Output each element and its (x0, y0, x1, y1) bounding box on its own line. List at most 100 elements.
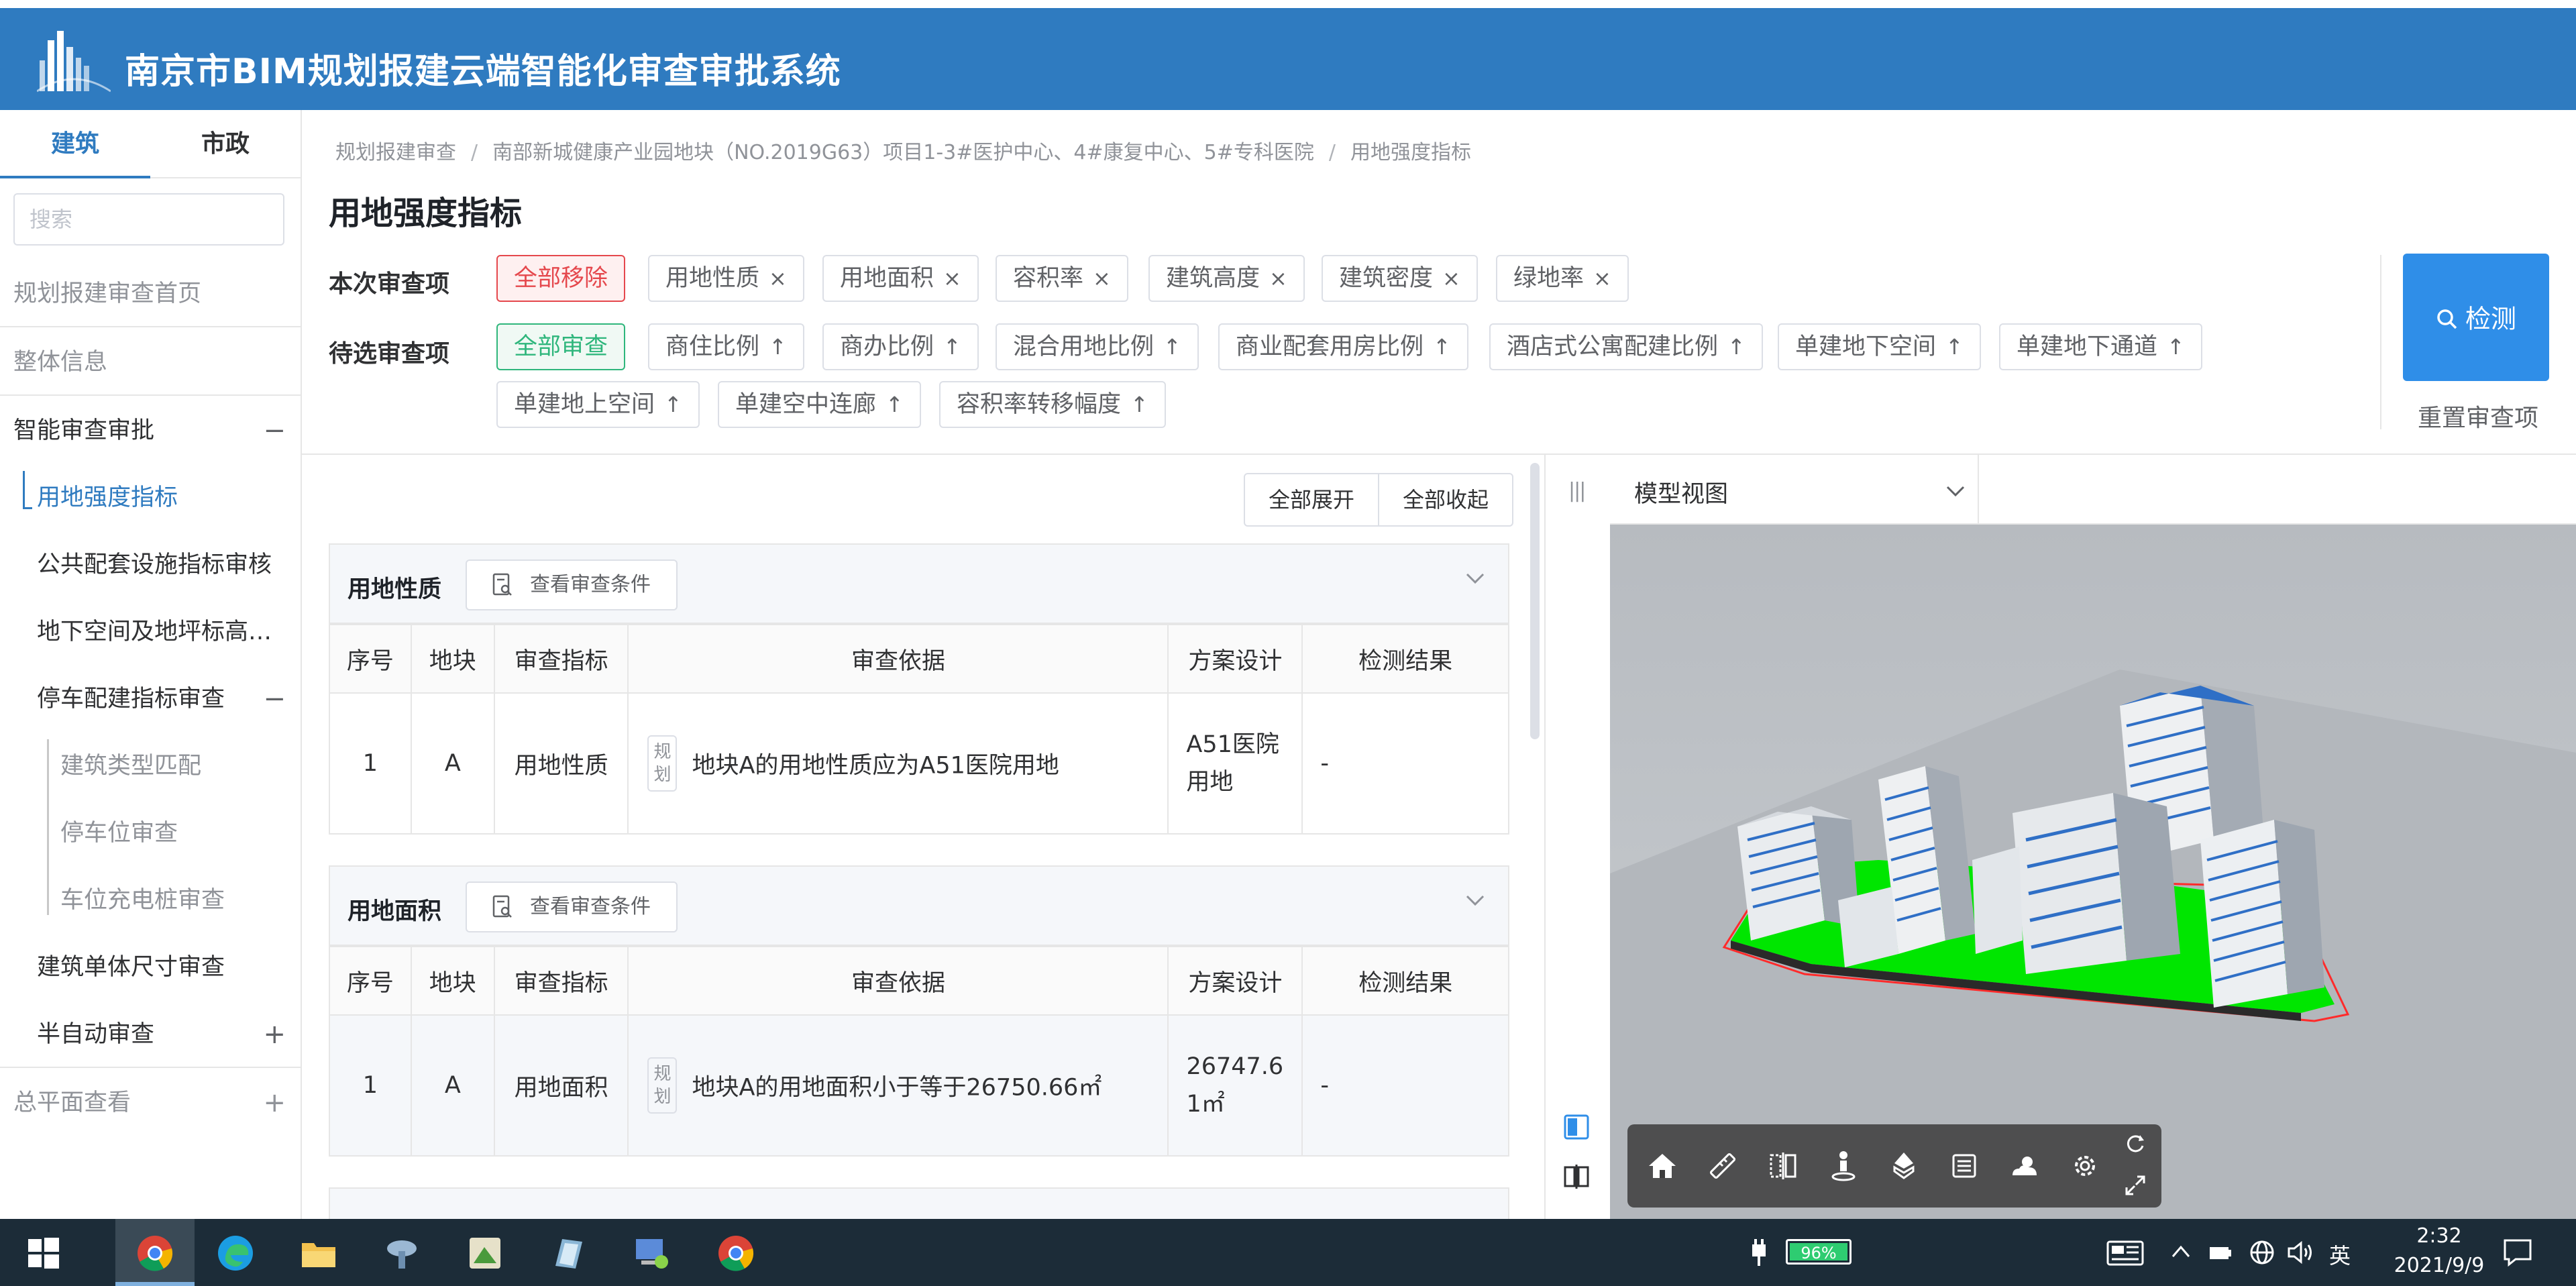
remove-all-button[interactable]: 全部移除 (496, 255, 626, 302)
edge-icon[interactable] (216, 1234, 255, 1273)
chip-mixed-use[interactable]: 混合用地比例 ↑ (996, 323, 1199, 370)
clock-time[interactable]: 2:32 (2399, 1224, 2479, 1248)
chip-above-ground-space[interactable]: 单建地上空间 ↑ (496, 381, 700, 428)
panel-toggle-icon[interactable] (1563, 1114, 1590, 1140)
weather-sun-icon[interactable] (2007, 1148, 2042, 1183)
arrow-up-icon[interactable]: ↑ (769, 334, 787, 360)
chip-land-area[interactable]: 用地面积 × (822, 255, 979, 302)
file-explorer-icon[interactable] (299, 1234, 338, 1273)
news-widget-icon[interactable] (2106, 1240, 2144, 1266)
review-all-button[interactable]: 全部审查 (496, 323, 626, 370)
app-icon[interactable] (382, 1234, 421, 1273)
sidebar-item-home[interactable]: 规划报建审查首页 (0, 260, 301, 327)
model-viewport[interactable] (1610, 525, 2576, 1219)
chevron-down-icon[interactable] (1465, 572, 1485, 585)
collapse-icon[interactable]: − (263, 665, 286, 733)
scrollbar[interactable] (1530, 463, 1540, 739)
chip-far-transfer[interactable]: 容积率转移幅度 ↑ (939, 381, 1166, 428)
sidebar-item-smart-review[interactable]: 智能审查审批 − (0, 397, 301, 464)
chip-underground-space[interactable]: 单建地下空间 ↑ (1778, 323, 1981, 370)
section-box-icon[interactable] (1766, 1148, 1801, 1183)
chevron-down-icon[interactable] (1465, 894, 1485, 907)
drag-handle-icon[interactable]: ||| (1568, 479, 1586, 502)
arrow-up-icon[interactable]: ↑ (1727, 334, 1746, 360)
sidebar-item-overall-info[interactable]: 整体信息 (0, 329, 301, 396)
chip-green-ratio[interactable]: 绿地率 × (1496, 255, 1629, 302)
chip-sky-bridge[interactable]: 单建空中连廊 ↑ (718, 381, 921, 428)
close-icon[interactable]: × (1093, 266, 1111, 291)
sidebar-item-parking-spaces[interactable]: 停车位审查 (0, 800, 301, 867)
walk-person-icon[interactable] (1826, 1148, 1861, 1183)
explode-icon[interactable] (1886, 1148, 1921, 1183)
chip-land-use[interactable]: 用地性质 × (648, 255, 804, 302)
reset-items-link[interactable]: 重置审查项 (2418, 398, 2538, 433)
section-header-land-area[interactable]: 用地面积 查看审查条件 (329, 865, 1509, 946)
detect-button[interactable]: 检测 (2403, 254, 2549, 381)
sidebar-item-underground[interactable]: 地下空间及地坪标高… (0, 598, 301, 665)
network-globe-icon[interactable] (2249, 1239, 2275, 1266)
home-icon[interactable] (1645, 1148, 1680, 1183)
split-view-icon[interactable] (1563, 1163, 1590, 1190)
chip-commercial-support[interactable]: 商业配套用房比例 ↑ (1218, 323, 1468, 370)
view-select[interactable]: 模型视图 (1634, 475, 1728, 509)
expand-all-button[interactable]: 全部展开 (1245, 474, 1378, 525)
search-input[interactable]: 搜索 (13, 193, 284, 246)
expand-icon[interactable]: + (263, 1001, 286, 1068)
sidebar-item-parking[interactable]: 停车配建指标审查 − (0, 665, 301, 733)
sidebar-item-site-plan[interactable]: 总平面查看 + (0, 1069, 301, 1136)
tab-municipal[interactable]: 市政 (150, 110, 301, 178)
close-icon[interactable]: × (943, 266, 961, 291)
chip-hotel-apartment[interactable]: 酒店式公寓配建比例 ↑ (1489, 323, 1763, 370)
breadcrumb-item[interactable]: 南部新城健康产业园地块（NO.2019G63）项目1-3#医护中心、4#康复中心… (492, 141, 1314, 164)
section-header-far[interactable] (329, 1187, 1509, 1219)
battery-indicator[interactable]: 96% (1786, 1239, 1851, 1265)
collapse-icon[interactable]: − (263, 397, 286, 464)
chip-building-density[interactable]: 建筑密度 × (1322, 255, 1478, 302)
close-icon[interactable]: × (1593, 266, 1611, 291)
arrow-up-icon[interactable]: ↑ (1945, 334, 1964, 360)
ruler-icon[interactable] (1705, 1148, 1740, 1183)
notification-icon[interactable] (2502, 1238, 2533, 1267)
app-icon[interactable] (466, 1234, 504, 1273)
arrow-up-icon[interactable]: ↑ (1433, 334, 1451, 360)
section-header-land-use[interactable]: 用地性质 查看审查条件 (329, 543, 1509, 624)
chip-commercial-residential[interactable]: 商住比例 ↑ (648, 323, 804, 370)
volume-icon[interactable] (2286, 1240, 2314, 1265)
arrow-up-icon[interactable]: ↑ (1130, 392, 1148, 417)
sidebar-item-charging[interactable]: 车位充电桩审查 (0, 867, 301, 934)
clock-date[interactable]: 2021/9/9 (2379, 1254, 2500, 1277)
gear-icon[interactable] (2068, 1148, 2102, 1183)
windows-start-icon[interactable] (24, 1234, 63, 1273)
view-conditions-button[interactable]: 查看审查条件 (466, 559, 678, 610)
arrow-up-icon[interactable]: ↑ (885, 392, 904, 417)
close-icon[interactable]: × (1442, 266, 1460, 291)
fullscreen-icon[interactable] (2124, 1174, 2147, 1197)
chip-far[interactable]: 容积率 × (996, 255, 1128, 302)
app-icon[interactable] (549, 1234, 588, 1273)
chevron-down-icon[interactable] (1945, 484, 1966, 498)
tab-architecture[interactable]: 建筑 (0, 110, 150, 178)
chrome-icon[interactable] (136, 1234, 174, 1273)
breadcrumb-item[interactable]: 规划报建审查 (335, 141, 456, 164)
sidebar-item-public-facilities[interactable]: 公共配套设施指标审核 (0, 531, 301, 598)
expand-icon[interactable]: + (263, 1069, 286, 1136)
sidebar-item-land-intensity[interactable]: 用地强度指标 (0, 464, 301, 531)
chrome-icon[interactable] (716, 1234, 755, 1273)
close-icon[interactable]: × (769, 266, 787, 291)
chevron-up-icon[interactable] (2171, 1243, 2191, 1261)
sidebar-item-semi-auto[interactable]: 半自动审查 + (0, 1001, 301, 1068)
sidebar-item-building-size[interactable]: 建筑单体尺寸审查 (0, 934, 301, 1001)
sidebar-item-building-type[interactable]: 建筑类型匹配 (0, 733, 301, 800)
chip-underground-passage[interactable]: 单建地下通道 ↑ (1999, 323, 2202, 370)
properties-list-icon[interactable] (1947, 1148, 1982, 1183)
arrow-up-icon[interactable]: ↑ (664, 392, 682, 417)
ime-indicator[interactable]: 英 (2329, 1239, 2351, 1270)
arrow-up-icon[interactable]: ↑ (2167, 334, 2185, 360)
refresh-icon[interactable] (2124, 1132, 2147, 1155)
view-conditions-button[interactable]: 查看审查条件 (466, 881, 678, 932)
collapse-all-button[interactable]: 全部收起 (1378, 474, 1512, 525)
remote-desktop-icon[interactable] (632, 1234, 671, 1273)
chip-building-height[interactable]: 建筑高度 × (1148, 255, 1305, 302)
chip-commercial-office[interactable]: 商办比例 ↑ (822, 323, 979, 370)
arrow-up-icon[interactable]: ↑ (1163, 334, 1181, 360)
